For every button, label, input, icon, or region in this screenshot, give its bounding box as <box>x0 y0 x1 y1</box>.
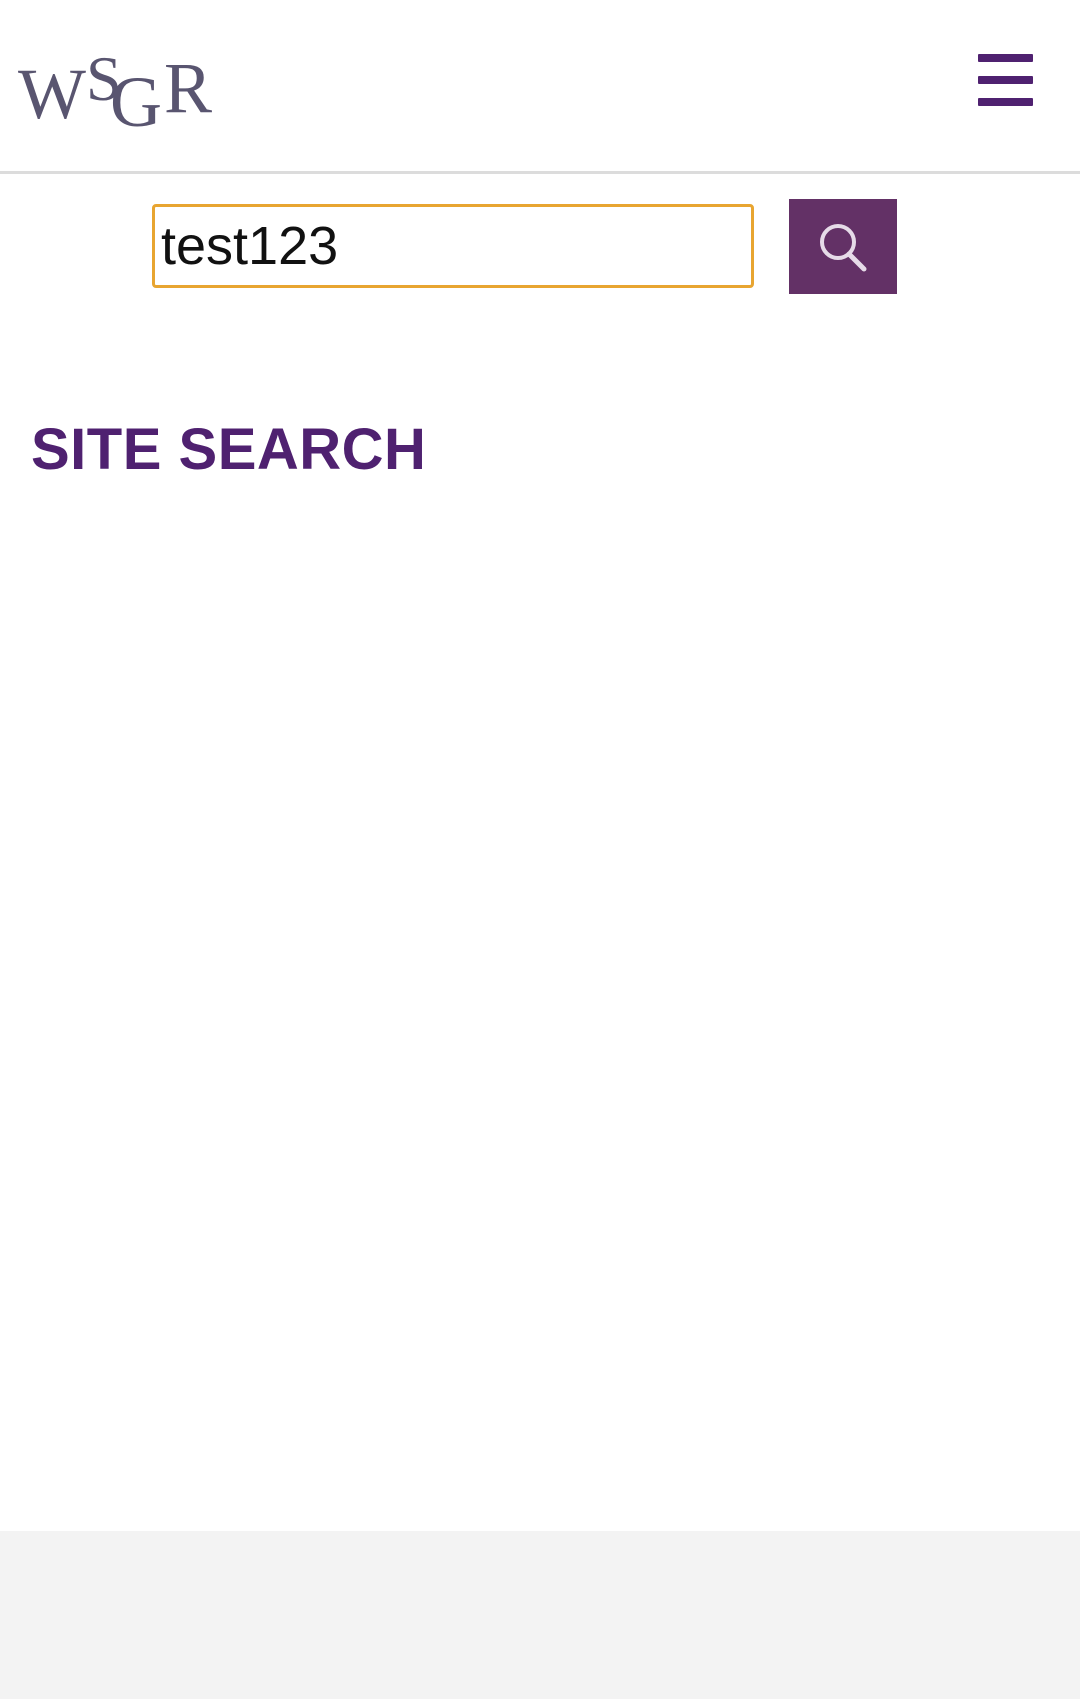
hamburger-menu-icon[interactable] <box>975 52 1035 108</box>
search-button[interactable] <box>789 199 897 294</box>
svg-text:G: G <box>110 62 162 134</box>
wsgr-logo[interactable]: W S G R <box>18 34 228 134</box>
page-title: SITE SEARCH <box>31 417 427 482</box>
menu-bar-bottom <box>978 98 1033 106</box>
svg-text:R: R <box>164 48 212 128</box>
menu-bar-middle <box>978 76 1033 84</box>
svg-text:W: W <box>18 54 86 134</box>
menu-bar-top <box>978 54 1033 62</box>
search-input[interactable] <box>152 204 754 288</box>
footer <box>0 1531 1080 1699</box>
site-header: W S G R <box>0 0 1080 174</box>
search-icon <box>820 224 867 272</box>
